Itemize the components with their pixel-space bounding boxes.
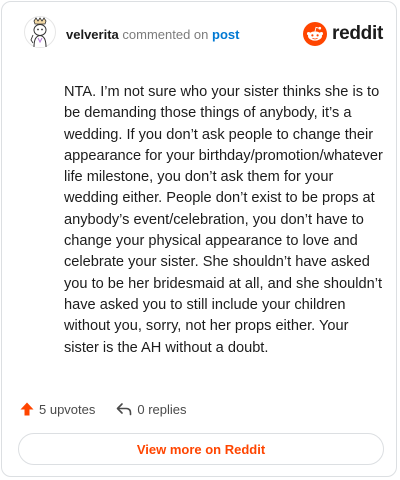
username[interactable]: velverita (66, 27, 119, 42)
comment-action-text: commented on (122, 27, 209, 42)
reddit-snoo-icon (303, 22, 328, 46)
reddit-wordmark: reddit (332, 23, 383, 44)
reply-arrow-icon (117, 403, 132, 416)
comment-header: velverita commented on post reddit (2, 2, 396, 62)
reddit-logo[interactable]: reddit (303, 21, 383, 47)
post-link[interactable]: post (212, 27, 239, 42)
replies-stat[interactable]: 0 replies (115, 401, 187, 417)
upvotes-stat[interactable]: 5 upvotes (19, 401, 95, 417)
comment-meta: velverita commented on post (66, 27, 239, 43)
comment-body: NTA. I’m not sure who your sister thinks… (64, 84, 383, 356)
upvote-arrow-icon (20, 402, 34, 416)
upvotes-label: 5 upvotes (39, 401, 96, 417)
comment-stats: 5 upvotes 0 replies (19, 398, 187, 420)
avatar-icon (24, 16, 56, 48)
comment-card: velverita commented on post reddit NTA. … (1, 1, 397, 477)
view-more-button[interactable]: View more on Reddit (18, 433, 384, 465)
user-avatar[interactable] (24, 16, 56, 48)
replies-label: 0 replies (137, 401, 187, 417)
